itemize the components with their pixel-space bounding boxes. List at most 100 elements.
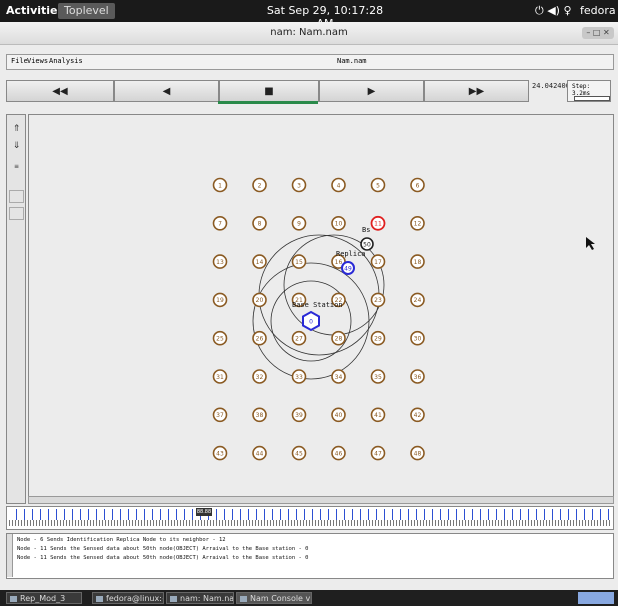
sensor-node-id: 5: [376, 182, 380, 189]
console-line: Node - 6 Sends Identification Replica No…: [17, 537, 226, 543]
network-canvas[interactable]: 1 2 3 4 5 6 7 8 9 10 11 12 13 14 15 16 17 18 19 20 21 22 23 24 2…: [28, 114, 614, 498]
sensor-node-id: 19: [216, 297, 224, 304]
task-nam-console[interactable]: Nam Console v1.15: [236, 592, 312, 604]
back-icon: ◀: [162, 86, 171, 97]
fast-forward-button[interactable]: ▶▶: [424, 80, 529, 102]
sensor-node-id: 13: [216, 259, 224, 266]
sensor-node-id: 9: [297, 221, 301, 228]
console-scrollbar[interactable]: [7, 534, 13, 577]
canvas-horizontal-scrollbar[interactable]: [28, 496, 614, 504]
step-label: Step: 3.2ms: [572, 83, 591, 97]
step-slider[interactable]: [574, 96, 610, 101]
sensor-node-id: 47: [374, 450, 382, 457]
sensor-node-id: 36: [414, 374, 422, 381]
step-control[interactable]: Step: 3.2ms: [567, 80, 611, 102]
timeline-panel[interactable]: 88.88: [6, 506, 614, 530]
step-back-button[interactable]: ◀: [114, 80, 219, 102]
sensor-node-id: 16: [335, 259, 343, 266]
sensor-node-id: 34: [335, 374, 343, 381]
edit-icon[interactable]: ≡: [9, 160, 24, 173]
zoom-in-icon[interactable]: ⇑: [9, 123, 24, 136]
stop-button[interactable]: ■: [219, 80, 319, 102]
sensor-node-id: 46: [335, 450, 343, 457]
sensor-node-id: 15: [295, 259, 303, 266]
sim-time-readout: 24.042400: [532, 82, 570, 90]
sensor-node-id: 41: [374, 412, 382, 419]
console-line: Node - 11 Sends the Sensed data about 50…: [17, 546, 309, 552]
sensor-node-id: 39: [295, 412, 303, 419]
sensor-node-id: 17: [374, 259, 382, 266]
sensor-node-id: 20: [256, 297, 264, 304]
tool-strip: ⇑ ⇓ ≡: [6, 114, 26, 504]
task-nam-window[interactable]: nam: Nam.nam: [166, 592, 234, 604]
replica-node-id: 49: [344, 266, 352, 273]
timeline-ticks: [9, 520, 611, 526]
zoom-out-icon[interactable]: ⇓: [9, 140, 24, 153]
sensor-node-id: 29: [374, 336, 382, 343]
sensor-node-id: 23: [374, 297, 382, 304]
sensor-node-id: 11: [374, 221, 382, 228]
sensor-node-id: 3: [297, 182, 301, 189]
play-icon: ▶: [367, 86, 376, 97]
tool-slot-icon[interactable]: [9, 207, 24, 220]
timeline-marker[interactable]: 88.88: [196, 508, 212, 516]
play-button[interactable]: ▶: [319, 80, 424, 102]
sensor-node-id: 18: [414, 259, 422, 266]
sensor-node-id: 10: [335, 221, 343, 228]
console-output[interactable]: Node - 6 Sends Identification Replica No…: [6, 533, 614, 579]
menu-analysis[interactable]: Analysis: [49, 57, 83, 65]
window-icon: [240, 595, 247, 602]
base-station-id: 0: [309, 319, 313, 326]
trace-filename: Nam.nam: [337, 57, 367, 65]
bs-node-id: 50: [363, 242, 371, 249]
system-tray-icons[interactable]: ⏻ ◀) ♀: [535, 4, 572, 18]
sensor-node-id: 40: [335, 412, 343, 419]
console-line: Node - 11 Sends the Sensed data about 50…: [17, 555, 309, 561]
sensor-node-id: 27: [295, 336, 303, 343]
sensor-node-id: 2: [258, 182, 262, 189]
rewind-button[interactable]: ◀◀: [6, 80, 114, 102]
sensor-node-id: 48: [414, 450, 422, 457]
menu-file[interactable]: File: [11, 57, 28, 65]
sensor-node-id: 45: [295, 450, 303, 457]
task-rep-mod[interactable]: Rep_Mod_3: [6, 592, 82, 604]
terminal-icon: [96, 595, 103, 602]
sensor-node-id: 44: [256, 450, 264, 457]
taskbar: Rep_Mod_3 fedora@linux:~/... nam: Nam.na…: [0, 590, 618, 606]
packet-timeline: [9, 509, 611, 520]
user-menu[interactable]: fedora: [580, 4, 616, 17]
folder-icon: [10, 595, 17, 602]
network-topology: 1 2 3 4 5 67 8 9 10 11 1213 14 15 16 17 1819 20 21 22 23 242…: [212, 177, 595, 461]
menu-bar: File Views Analysis Nam.nam: [6, 54, 614, 70]
window-icon: [170, 595, 177, 602]
sensor-node-id: 25: [216, 336, 224, 343]
fast-forward-icon: ▶▶: [468, 86, 485, 97]
sensor-node-id: 7: [218, 221, 222, 228]
menu-views[interactable]: Views: [27, 57, 48, 65]
sensor-node-id: 43: [216, 450, 224, 457]
activities-button[interactable]: Activities: [6, 4, 64, 17]
sensor-node-id: 38: [256, 412, 264, 419]
base-station-label: Base Station: [292, 301, 343, 309]
mouse-cursor-icon: [586, 237, 595, 250]
workspace-switcher[interactable]: [578, 592, 614, 604]
sensor-node-id: 28: [335, 336, 343, 343]
app-menu-toplevel[interactable]: Toplevel: [58, 3, 115, 19]
sensor-node-id: 31: [216, 374, 224, 381]
sensor-node-id: 14: [256, 259, 264, 266]
sensor-node-id: 24: [414, 297, 422, 304]
system-topbar: Activities Toplevel Sat Sep 29, 10:17:28…: [0, 0, 618, 30]
sensor-node-id: 6: [416, 182, 420, 189]
sensor-node-id: 33: [295, 374, 303, 381]
sensor-node-id: 42: [414, 412, 422, 419]
window-controls[interactable]: – □ ✕: [582, 27, 614, 39]
sensor-node-id: 35: [374, 374, 382, 381]
sensor-node-id: 26: [256, 336, 264, 343]
sensor-node-id: 1: [218, 182, 222, 189]
task-terminal[interactable]: fedora@linux:~/...: [92, 592, 164, 604]
sensor-node-id: 32: [256, 374, 264, 381]
tool-slot-icon[interactable]: [9, 190, 24, 203]
window-title: nam: Nam.nam: [270, 27, 348, 38]
rewind-icon: ◀◀: [52, 86, 68, 97]
window-titlebar: nam: Nam.nam – □ ✕: [0, 22, 618, 45]
